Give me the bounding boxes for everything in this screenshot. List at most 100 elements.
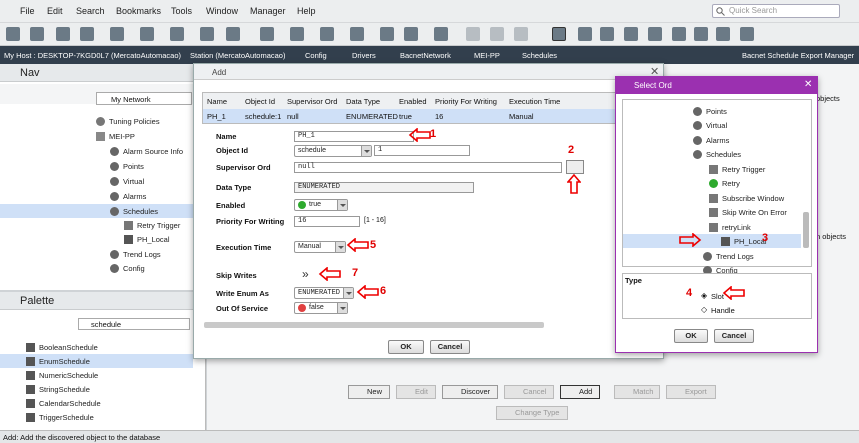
- layout-icon[interactable]: [578, 27, 592, 41]
- execution-time-select[interactable]: Manual: [294, 241, 346, 253]
- edit-button[interactable]: Edit: [396, 385, 436, 399]
- breadcrumb-host[interactable]: My Host : DESKTOP-7KGD0L7 (MercatoAutoma…: [4, 51, 181, 60]
- reload-icon[interactable]: [80, 27, 94, 41]
- palette-enum-schedule[interactable]: EnumSchedule: [0, 354, 193, 368]
- vertical-scrollbar[interactable]: [803, 212, 809, 248]
- ord-trend-logs[interactable]: Trend Logs: [703, 249, 754, 263]
- discover-button[interactable]: Discover: [442, 385, 498, 399]
- menu-manager[interactable]: Manager: [250, 6, 286, 16]
- menu-help[interactable]: Help: [297, 6, 316, 16]
- menu-bookmarks[interactable]: Bookmarks: [116, 6, 161, 16]
- ord-subscribe-window[interactable]: Subscribe Window: [709, 191, 784, 205]
- view-selector[interactable]: Bacnet Schedule Export Manager: [742, 51, 854, 60]
- tree-mei-pp[interactable]: MEI-PP: [96, 129, 135, 143]
- ord-retry-link[interactable]: retryLink: [709, 220, 751, 234]
- menu-edit[interactable]: Edit: [47, 6, 63, 16]
- ord-alarms[interactable]: Alarms: [693, 133, 729, 147]
- ord-retry[interactable]: Retry: [709, 176, 740, 190]
- palette-string-schedule[interactable]: StringSchedule: [26, 382, 90, 396]
- palette-boolean-schedule[interactable]: BooleanSchedule: [26, 340, 98, 354]
- rename-icon[interactable]: [648, 27, 662, 41]
- select-ok-button[interactable]: OK: [674, 329, 708, 343]
- tree-config[interactable]: Config: [110, 261, 145, 275]
- back-icon[interactable]: [6, 27, 20, 41]
- save-all-icon[interactable]: [290, 27, 304, 41]
- copy-icon[interactable]: [380, 27, 394, 41]
- priority-field[interactable]: 16: [294, 216, 360, 227]
- new-button[interactable]: New: [348, 385, 390, 399]
- hyperlink-icon[interactable]: [694, 27, 708, 41]
- skip-writes-toggle-icon[interactable]: »: [302, 267, 309, 281]
- breadcrumb-config[interactable]: Config: [305, 51, 327, 60]
- cancel-discover-button[interactable]: Cancel: [504, 385, 554, 399]
- add-button[interactable]: Add: [560, 385, 600, 399]
- close-icon[interactable]: ✕: [804, 79, 812, 90]
- breadcrumb-bacnetnetwork[interactable]: BacnetNetwork: [400, 51, 451, 60]
- paste-icon[interactable]: [404, 27, 418, 41]
- breadcrumb-station[interactable]: Station (MercatoAutomacao): [190, 51, 285, 60]
- palette-calendar-schedule[interactable]: CalendarSchedule: [26, 396, 101, 410]
- write-enum-as-select[interactable]: ENUMERATED: [294, 287, 354, 299]
- bookmark-icon[interactable]: [320, 27, 334, 41]
- wrench-icon[interactable]: [740, 27, 754, 41]
- tree-ph-local[interactable]: PH_Local: [124, 232, 170, 246]
- supervisor-ord-field[interactable]: null: [294, 162, 562, 173]
- nav-root-select[interactable]: My Network: [96, 92, 192, 105]
- tree-points[interactable]: Points: [110, 159, 144, 173]
- tree-retry-trigger[interactable]: Retry Trigger: [124, 218, 180, 232]
- stop-icon[interactable]: [600, 27, 614, 41]
- handle-option[interactable]: Handle: [711, 306, 735, 315]
- tree-schedules[interactable]: Schedules: [0, 204, 205, 218]
- new-tab-icon[interactable]: [170, 27, 184, 41]
- tree-alarm-source-info[interactable]: Alarm Source Info: [110, 144, 183, 158]
- delete-icon[interactable]: [624, 27, 638, 41]
- duplicate-icon[interactable]: [434, 27, 448, 41]
- object-id-field[interactable]: 1: [374, 145, 470, 156]
- ord-retry-trigger[interactable]: Retry Trigger: [709, 162, 765, 176]
- match-button[interactable]: Match: [614, 385, 660, 399]
- export-button[interactable]: Export: [666, 385, 716, 399]
- up-icon[interactable]: [56, 27, 70, 41]
- slot-radio-icon[interactable]: ◈: [701, 291, 707, 300]
- ord-points[interactable]: Points: [693, 104, 727, 118]
- object-type-select[interactable]: schedule: [294, 145, 372, 157]
- open-icon[interactable]: [200, 27, 214, 41]
- tag-icon[interactable]: [716, 27, 730, 41]
- name-field[interactable]: PH_1: [294, 131, 414, 142]
- new-window-icon[interactable]: [140, 27, 154, 41]
- refresh-icon[interactable]: [514, 27, 528, 41]
- breadcrumb-schedules[interactable]: Schedules: [522, 51, 557, 60]
- tree-virtual[interactable]: Virtual: [110, 174, 144, 188]
- ord-schedules[interactable]: Schedules: [693, 147, 741, 161]
- ord-virtual[interactable]: Virtual: [693, 118, 727, 132]
- breadcrumb-drivers[interactable]: Drivers: [352, 51, 376, 60]
- home-icon[interactable]: [110, 27, 124, 41]
- folder-icon[interactable]: [226, 27, 240, 41]
- link-icon[interactable]: [672, 27, 686, 41]
- table-row[interactable]: PH_1 schedule:1 null ENUMERATED true 16 …: [203, 109, 655, 123]
- search-input[interactable]: Quick Search: [712, 4, 840, 18]
- view-icon[interactable]: [552, 27, 566, 41]
- redo-icon[interactable]: [490, 27, 504, 41]
- menu-tools[interactable]: Tools: [171, 6, 192, 16]
- out-of-service-select[interactable]: false: [294, 302, 348, 314]
- breadcrumb-meipp[interactable]: MEI-PP: [474, 51, 500, 60]
- menu-file[interactable]: File: [20, 6, 35, 16]
- horizontal-scrollbar[interactable]: [204, 322, 544, 328]
- ord-skip-write-on-error[interactable]: Skip Write On Error: [709, 205, 787, 219]
- palette-trigger-schedule[interactable]: TriggerSchedule: [26, 410, 94, 424]
- ok-button[interactable]: OK: [388, 340, 424, 354]
- forward-icon[interactable]: [30, 27, 44, 41]
- cut-icon[interactable]: [350, 27, 364, 41]
- tree-tuning-policies[interactable]: Tuning Policies: [96, 114, 160, 128]
- menu-window[interactable]: Window: [206, 6, 238, 16]
- save-icon[interactable]: [260, 27, 274, 41]
- tree-alarms[interactable]: Alarms: [110, 189, 146, 203]
- tree-trend-logs[interactable]: Trend Logs: [110, 247, 161, 261]
- palette-filter[interactable]: schedule: [78, 318, 190, 330]
- ord-ph-local[interactable]: PH_Local: [623, 234, 801, 248]
- undo-icon[interactable]: [466, 27, 480, 41]
- cancel-button[interactable]: Cancel: [430, 340, 470, 354]
- select-cancel-button[interactable]: Cancel: [714, 329, 754, 343]
- menu-search[interactable]: Search: [76, 6, 105, 16]
